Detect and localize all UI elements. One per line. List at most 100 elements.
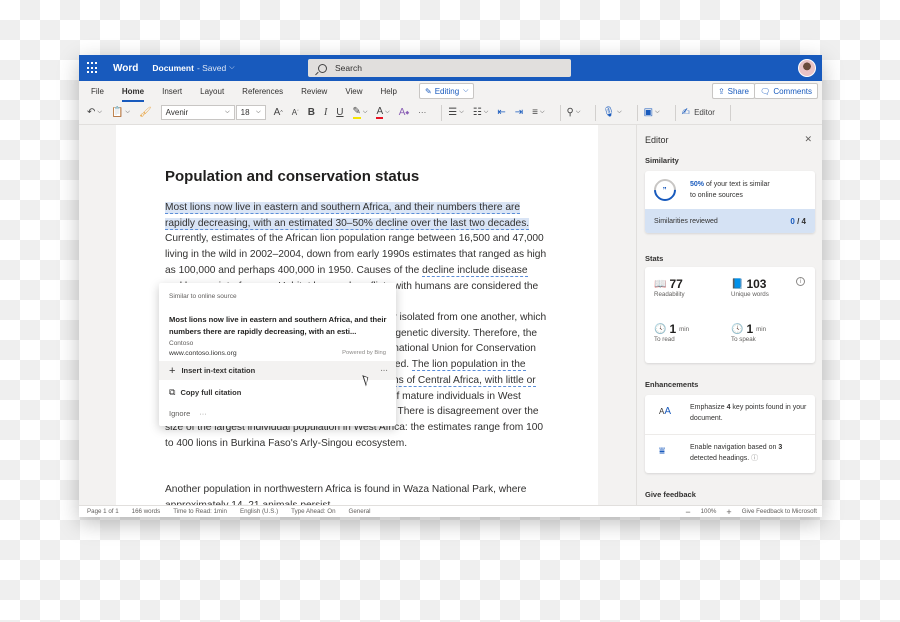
dictate-button[interactable]: 🎙 ⌵ bbox=[602, 107, 621, 118]
tab-help[interactable]: Help bbox=[381, 85, 397, 98]
similarities-reviewed-label: Similarities reviewed bbox=[654, 217, 718, 225]
word-count[interactable]: 166 words bbox=[132, 508, 161, 515]
similarity-percent: 50% bbox=[690, 181, 705, 188]
grow-font-icon[interactable]: A ^ bbox=[274, 107, 283, 118]
app-name[interactable]: Word bbox=[113, 63, 138, 74]
search-box[interactable]: Search bbox=[308, 59, 571, 77]
search-icon bbox=[318, 63, 327, 73]
divider bbox=[559, 104, 561, 121]
reviewed-count: 0 / 4 bbox=[790, 216, 806, 226]
menu-bar: File Home Insert Layout References Revie… bbox=[79, 81, 822, 102]
comments-button[interactable]: 🗨 Comments bbox=[754, 83, 818, 99]
more-options-button[interactable]: ··· bbox=[381, 366, 389, 375]
divider bbox=[636, 104, 638, 121]
text-size-icon: AA bbox=[659, 406, 672, 417]
similarity-card[interactable]: ” 50% of your text is similar to online s… bbox=[645, 171, 815, 233]
format-painter-button[interactable]: 🖌 bbox=[139, 107, 152, 118]
tab-layout[interactable]: Layout bbox=[200, 85, 224, 98]
more-options-button[interactable]: ··· bbox=[199, 409, 207, 418]
bullets-button[interactable]: ☰ ⌵ bbox=[448, 107, 464, 118]
decrease-indent-icon[interactable]: ⇤ bbox=[497, 107, 505, 118]
similarity-text: of your text is similar bbox=[704, 181, 770, 188]
paste-button[interactable]: 📋 ⌵ bbox=[111, 107, 130, 118]
title-bar: Word Document - Saved ⌵ Search bbox=[79, 55, 822, 81]
editor-button[interactable]: ✍ Editor bbox=[682, 107, 715, 118]
copy-citation-button[interactable]: ⧉ Copy full citation bbox=[169, 387, 241, 398]
zoom-level[interactable]: 100% bbox=[701, 508, 717, 515]
document-heading[interactable]: Population and conservation status bbox=[165, 168, 419, 185]
shrink-font-icon[interactable]: Aˇ bbox=[292, 108, 299, 117]
language[interactable]: English (U.S.) bbox=[240, 508, 278, 515]
book-open-icon: 📖 bbox=[654, 278, 667, 290]
editor-pane: Editor ✕ Similarity ” 50% of your text i… bbox=[636, 125, 822, 505]
font-size-select[interactable]: 18 ⌵ bbox=[235, 105, 266, 120]
align-button[interactable]: ≡ ⌵ bbox=[532, 107, 544, 118]
page-count: Page 1 of 1 bbox=[87, 508, 119, 515]
info-icon[interactable]: i bbox=[796, 277, 805, 286]
highlight-button[interactable]: ✎ ⌵ bbox=[352, 106, 367, 119]
designer-button[interactable]: ▣ ⌵ bbox=[644, 107, 660, 118]
copy-citation-label: Copy full citation bbox=[180, 388, 242, 397]
save-status: - Saved bbox=[196, 63, 227, 73]
bold-button[interactable]: B bbox=[308, 107, 315, 118]
paragraph-3[interactable]: Another population in northwestern Afric… bbox=[165, 482, 547, 505]
stat-unique-words: 📘 103 Unique words bbox=[731, 277, 769, 298]
similarities-reviewed-bar[interactable]: Similarities reviewed 0 / 4 bbox=[645, 209, 815, 233]
numbering-button[interactable]: ☷ ⌵ bbox=[473, 107, 489, 118]
editing-mode-button[interactable]: ✎ Editing ⌵ bbox=[418, 83, 475, 99]
sensitivity[interactable]: General bbox=[349, 508, 371, 515]
comment-icon: 🗨 bbox=[760, 86, 771, 96]
app-launcher-icon[interactable] bbox=[87, 62, 99, 74]
search-placeholder: Search bbox=[335, 63, 362, 73]
navigation-headings-icon: ⩸ bbox=[659, 446, 666, 457]
info-icon[interactable]: ⓘ bbox=[751, 455, 758, 462]
underline-button[interactable]: U bbox=[336, 107, 343, 118]
insert-citation-button[interactable]: + Insert in-text citation ··· bbox=[159, 361, 396, 380]
stats-heading: Stats bbox=[645, 254, 664, 263]
font-name-value: Avenir bbox=[165, 108, 189, 117]
stats-card: i 📖 77 Readability 📘 103 Unique words 🕓 1 mi… bbox=[645, 267, 815, 363]
microphone-icon: 🎙 bbox=[602, 107, 616, 118]
ignore-button[interactable]: Ignore bbox=[169, 409, 190, 418]
clear-formatting-icon[interactable]: A ◆ bbox=[399, 107, 410, 118]
clock-icon: 🕓 bbox=[731, 323, 744, 335]
give-feedback-link[interactable]: Give Feedback to Microsoft bbox=[742, 508, 817, 515]
tab-review[interactable]: Review bbox=[301, 85, 327, 98]
divider bbox=[595, 104, 597, 121]
zoom-in-button[interactable]: + bbox=[726, 507, 731, 517]
more-formatting-button[interactable]: ··· bbox=[418, 108, 426, 117]
designer-icon: ▣ bbox=[643, 107, 654, 118]
font-color-button[interactable]: A ⌵ bbox=[376, 106, 390, 119]
font-name-select[interactable]: Avenir ⌵ bbox=[160, 105, 235, 120]
user-avatar[interactable] bbox=[798, 59, 816, 77]
italic-button[interactable]: I bbox=[324, 107, 327, 118]
find-button[interactable]: ⚲ ⌵ bbox=[567, 107, 581, 118]
tab-references[interactable]: References bbox=[242, 85, 283, 98]
zoom-out-button[interactable]: − bbox=[685, 507, 690, 517]
tab-home[interactable]: Home bbox=[121, 85, 145, 102]
tab-file[interactable]: File bbox=[91, 85, 104, 98]
chevron-down-icon: ⌵ bbox=[256, 109, 261, 115]
give-feedback-heading[interactable]: Give feedback bbox=[645, 490, 696, 499]
tab-insert[interactable]: Insert bbox=[162, 85, 182, 98]
enhancement-navigation[interactable]: ⩸ Enable navigation based on 3 detected … bbox=[645, 434, 815, 473]
chevron-down-icon[interactable]: ⌵ bbox=[229, 64, 234, 72]
ribbon-toolbar: ↶ ⌵ 📋 ⌵ 🖌 Avenir ⌵ 18 ⌵ A ^ Aˇ B I U ✎ ⌵ A ⌵ … bbox=[79, 101, 822, 125]
zoom-controls: − 100% + Give Feedback to Microsoft bbox=[675, 507, 817, 517]
share-button[interactable]: ⇪ Share bbox=[711, 83, 755, 99]
document-name[interactable]: Document bbox=[152, 63, 194, 73]
chevron-down-icon: ⌵ bbox=[463, 87, 469, 94]
enhancement-key-points[interactable]: AA Emphasize 4 key points found in your … bbox=[645, 395, 815, 434]
increase-indent-icon[interactable]: ⇥ bbox=[515, 107, 523, 118]
type-ahead[interactable]: Type Ahead: On bbox=[291, 508, 335, 515]
editor-label: Editor bbox=[694, 108, 715, 117]
chevron-down-icon: ⌵ bbox=[225, 109, 230, 115]
similarity-highlight[interactable]: Most lions now live in eastern and south… bbox=[165, 202, 530, 230]
source-publisher: Contoso bbox=[169, 340, 194, 347]
close-icon[interactable]: ✕ bbox=[804, 134, 812, 145]
undo-button[interactable]: ↶ ⌵ bbox=[87, 107, 102, 118]
right-margin bbox=[598, 125, 636, 505]
comments-label: Comments bbox=[773, 86, 812, 96]
tab-view[interactable]: View bbox=[345, 85, 362, 98]
source-url[interactable]: www.contoso.lions.org bbox=[169, 350, 237, 357]
